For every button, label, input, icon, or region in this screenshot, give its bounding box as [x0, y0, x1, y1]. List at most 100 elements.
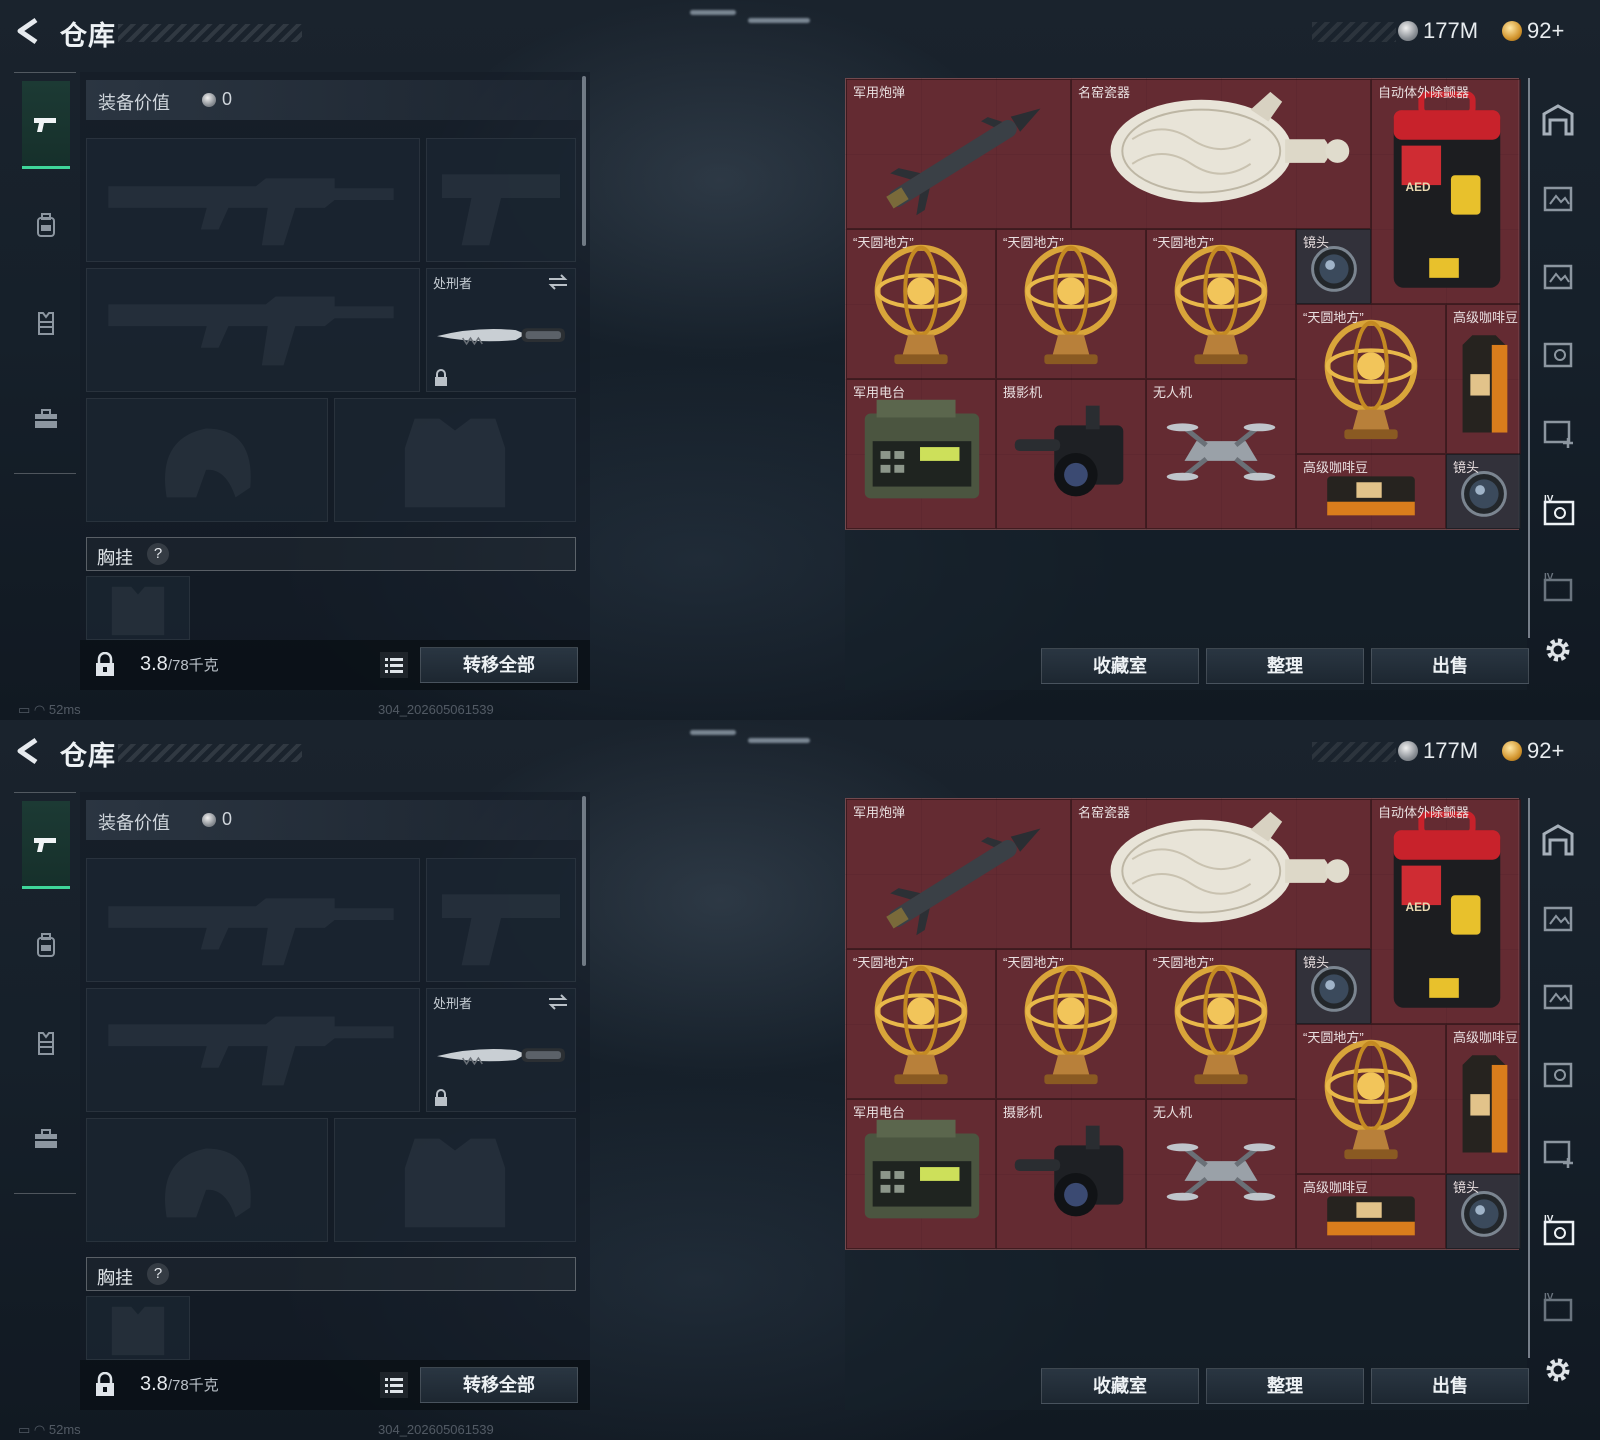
silver-coin-icon — [1398, 741, 1418, 761]
nav-toolbox[interactable] — [22, 395, 70, 443]
stash-item-aed[interactable]: AED 自动体外除颤器 — [1371, 79, 1521, 304]
secondary-weapon-slot[interactable] — [86, 988, 420, 1112]
stash-item-globe[interactable]: “天圆地方” — [1296, 1024, 1446, 1174]
chest-rig-help-button[interactable]: ? — [147, 543, 169, 565]
stash-tab-2[interactable] — [1538, 898, 1578, 938]
settings-button[interactable] — [1538, 1350, 1578, 1390]
stash-tab-2[interactable] — [1538, 178, 1578, 218]
stash-page-add-icon — [1543, 1140, 1573, 1168]
nav-toolbox[interactable] — [22, 1115, 70, 1163]
stash-item-radio[interactable]: 军用电台 — [846, 1099, 996, 1249]
gold-currency[interactable]: 92+ — [1502, 18, 1564, 44]
primary-weapon-slot[interactable] — [86, 138, 420, 262]
lock-icon[interactable] — [92, 652, 118, 678]
nav-weapons[interactable] — [22, 801, 70, 889]
stash-item-camera[interactable]: 摄影机 — [996, 1099, 1146, 1249]
stash-tab-5[interactable] — [1538, 412, 1578, 452]
stash-tab-5[interactable] — [1538, 1132, 1578, 1172]
stash-tab-1[interactable] — [1538, 820, 1578, 860]
secondary-weapon-slot[interactable] — [86, 268, 420, 392]
stash-item-aed[interactable]: AED 自动体外除颤器 — [1371, 799, 1521, 1024]
gold-currency[interactable]: 92+ — [1502, 738, 1564, 764]
melee-slot[interactable]: 处刑者 — [426, 268, 576, 392]
equipment-value: 装备价值 0 — [86, 800, 584, 840]
collection-room-button[interactable]: 收藏室 — [1041, 648, 1199, 684]
body-armor-slot[interactable] — [334, 1118, 576, 1242]
equipment-scrollbar[interactable] — [582, 796, 586, 966]
globe-icon — [1174, 244, 1268, 365]
sort-button[interactable]: 整理 — [1206, 1368, 1364, 1404]
list-icon — [385, 1378, 403, 1393]
sell-button[interactable]: 出售 — [1371, 648, 1529, 684]
equipment-scrollbar[interactable] — [582, 76, 586, 246]
settings-button[interactable] — [1538, 630, 1578, 670]
primary-weapon-slot[interactable] — [86, 858, 420, 982]
stash-tab-6-active[interactable]: IV — [1538, 490, 1578, 530]
melee-slot[interactable]: 处刑者 — [426, 988, 576, 1112]
back-button[interactable] — [14, 16, 44, 46]
lock-icon[interactable] — [92, 1372, 118, 1398]
stash-item-missile[interactable]: 军用炮弹 — [846, 799, 1071, 949]
stash-scrollbar[interactable] — [1528, 78, 1530, 638]
stash-item-lens[interactable]: 镜头 — [1446, 454, 1521, 529]
stash-item-drone[interactable]: 无人机 — [1146, 1099, 1296, 1249]
stash-item-globe[interactable]: “天圆地方” — [1146, 949, 1296, 1099]
stash-item-coffee[interactable]: 高级咖啡豆 — [1446, 304, 1521, 454]
transfer-all-button[interactable]: 转移全部 — [420, 647, 578, 683]
helmet-slot[interactable] — [86, 398, 328, 522]
sell-button[interactable]: 出售 — [1371, 1368, 1529, 1404]
missile-icon — [886, 108, 1041, 216]
equipment-footer: 3.8/78千克 转移全部 — [80, 1360, 590, 1410]
stash-tab-4[interactable] — [1538, 1054, 1578, 1094]
stash-tab-4[interactable] — [1538, 334, 1578, 374]
list-view-button[interactable] — [380, 1372, 408, 1398]
stash-item-vase[interactable]: 名窑瓷器 — [1071, 799, 1371, 949]
equipment-value-number: 0 — [222, 89, 233, 109]
stash-item-coffee2[interactable]: 高级咖啡豆 — [1296, 454, 1446, 529]
stash-item-coffee2[interactable]: 高级咖啡豆 — [1296, 1174, 1446, 1249]
stash-item-label: 镜头 — [1453, 460, 1480, 475]
stash-item-globe[interactable]: “天圆地方” — [996, 229, 1146, 379]
body-armor-slot[interactable] — [334, 398, 576, 522]
chest-rig-slot[interactable] — [86, 1296, 190, 1360]
sidearm-slot[interactable] — [426, 138, 576, 262]
build-id: 304_202605061539 — [378, 1422, 494, 1437]
stash-tab-7[interactable]: IV — [1538, 568, 1578, 608]
nav-armor[interactable] — [22, 299, 70, 347]
stash-item-lens[interactable]: 镜头 — [1296, 229, 1371, 304]
stash-tab-1[interactable] — [1538, 100, 1578, 140]
stash-tab-3[interactable] — [1538, 976, 1578, 1016]
stash-scrollbar[interactable] — [1528, 798, 1530, 1358]
nav-backpack[interactable] — [22, 201, 70, 249]
stash-item-radio[interactable]: 军用电台 — [846, 379, 996, 529]
collection-room-button[interactable]: 收藏室 — [1041, 1368, 1199, 1404]
stash-tab-7[interactable]: IV — [1538, 1288, 1578, 1328]
stash-item-drone[interactable]: 无人机 — [1146, 379, 1296, 529]
list-view-button[interactable] — [380, 652, 408, 678]
stash-item-camera[interactable]: 摄影机 — [996, 379, 1146, 529]
stash-item-lens[interactable]: 镜头 — [1446, 1174, 1521, 1249]
transfer-all-button[interactable]: 转移全部 — [420, 1367, 578, 1403]
stash-tab-6-active[interactable]: IV — [1538, 1210, 1578, 1250]
nav-armor[interactable] — [22, 1019, 70, 1067]
backpack-icon — [37, 933, 55, 957]
back-button[interactable] — [14, 736, 44, 766]
stash-item-missile[interactable]: 军用炮弹 — [846, 79, 1071, 229]
stash-item-lens[interactable]: 镜头 — [1296, 949, 1371, 1024]
stash-item-globe[interactable]: “天圆地方” — [846, 949, 996, 1099]
helmet-slot[interactable] — [86, 1118, 328, 1242]
nav-weapons[interactable] — [22, 81, 70, 169]
stash-item-globe[interactable]: “天圆地方” — [996, 949, 1146, 1099]
stash-item-globe[interactable]: “天圆地方” — [1296, 304, 1446, 454]
stash-item-vase[interactable]: 名窑瓷器 — [1071, 79, 1371, 229]
sidearm-slot[interactable] — [426, 858, 576, 982]
stash-item-globe[interactable]: “天圆地方” — [846, 229, 996, 379]
stash-item-coffee[interactable]: 高级咖啡豆 — [1446, 1024, 1521, 1174]
stash-item-globe[interactable]: “天圆地方” — [1146, 229, 1296, 379]
sort-button[interactable]: 整理 — [1206, 648, 1364, 684]
stash-page-add-icon — [1543, 420, 1573, 448]
nav-backpack[interactable] — [22, 921, 70, 969]
chest-rig-slot[interactable] — [86, 576, 190, 640]
chest-rig-help-button[interactable]: ? — [147, 1263, 169, 1285]
stash-tab-3[interactable] — [1538, 256, 1578, 296]
